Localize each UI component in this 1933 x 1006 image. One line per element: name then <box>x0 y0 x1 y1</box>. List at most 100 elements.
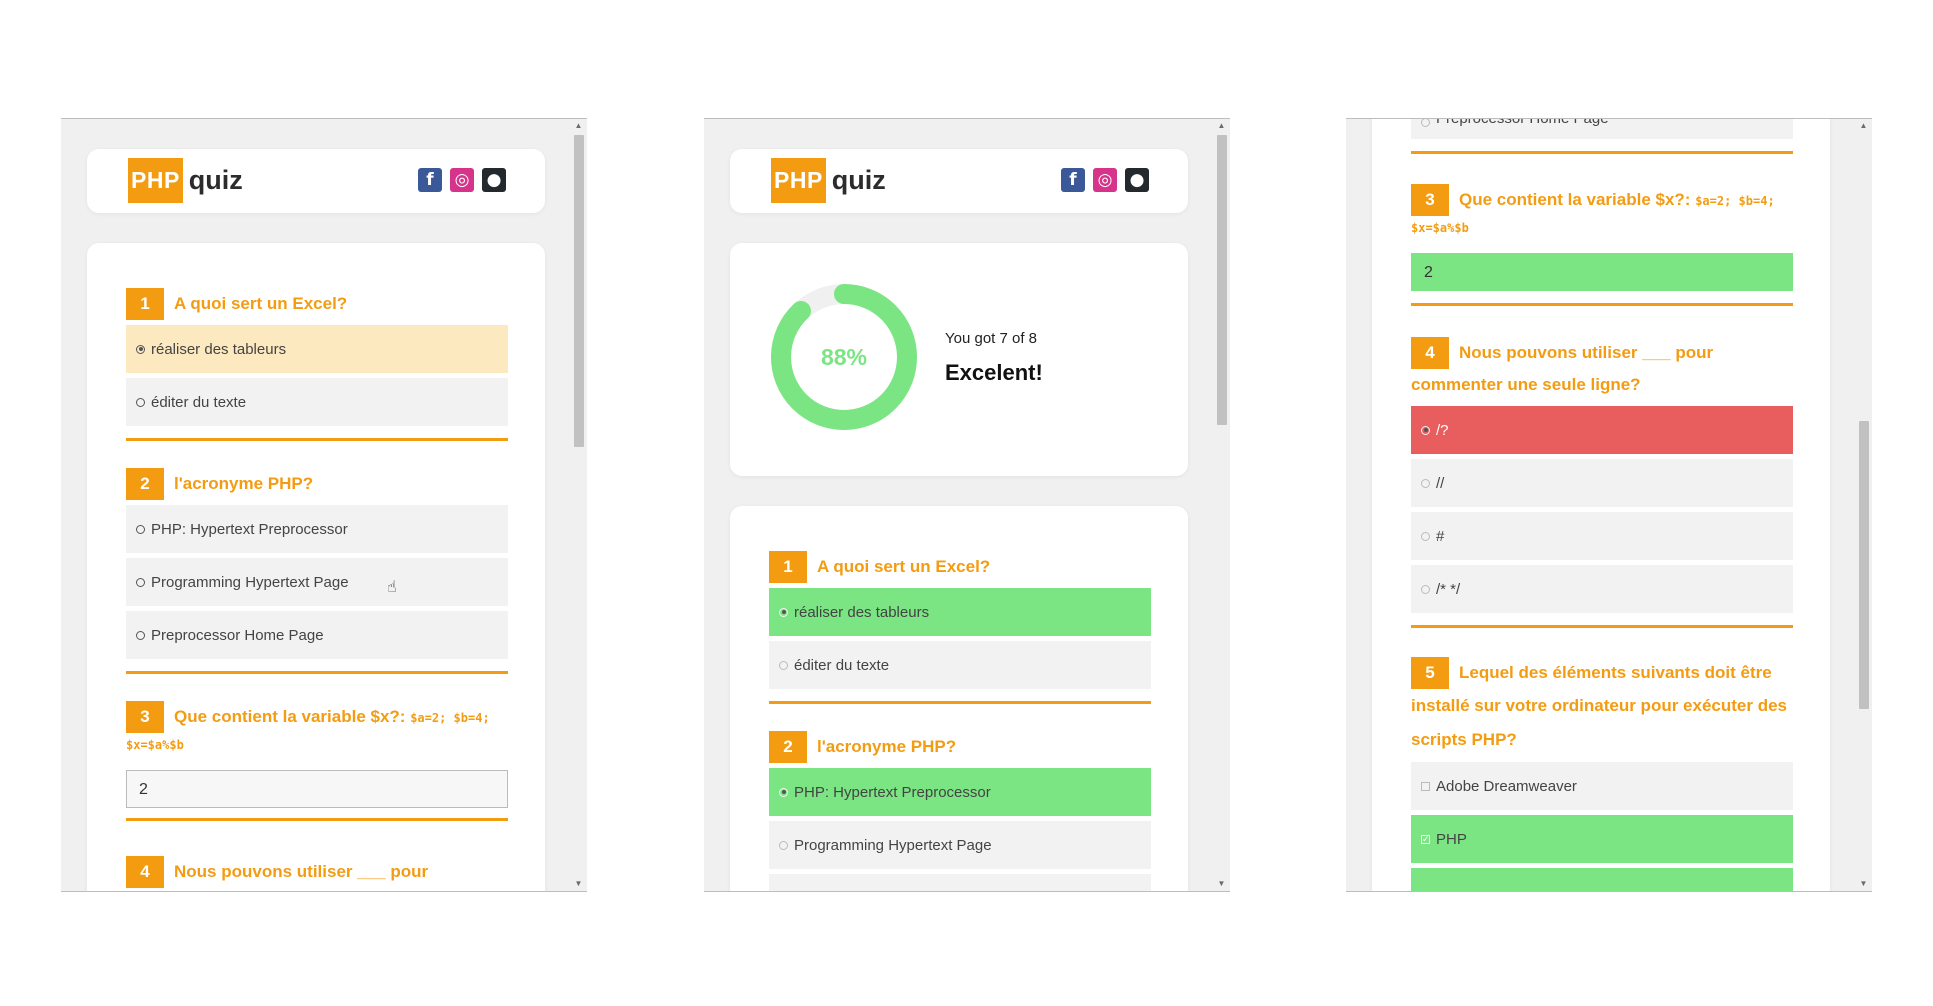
question-5: 5 Lequel des éléments suivants doit être… <box>1411 657 1793 891</box>
option-label: Programming Hypertext Page <box>151 573 349 591</box>
radio-icon <box>1421 531 1430 541</box>
radio-icon[interactable] <box>136 344 145 354</box>
header-card: PHP quiz f ◎ ● <box>87 149 545 213</box>
question-text: Lequel des éléments suivants doit être <box>1459 663 1772 682</box>
option-label: Preprocessor Home Page <box>1436 119 1609 127</box>
radio-icon <box>1421 478 1430 488</box>
option-programming-hypertext: Programming Hypertext Page <box>769 821 1151 869</box>
question-1: 1 A quoi sert un Excel? réaliser des tab… <box>126 288 508 441</box>
option-label: PHP <box>1436 830 1467 848</box>
scroll-down-icon[interactable]: ▼ <box>570 877 587 891</box>
question-divider <box>126 438 508 441</box>
question-text: A quoi sert un Excel? <box>817 557 991 576</box>
question-divider <box>1411 303 1793 306</box>
quiz-card: Preprocessor Home Page 3 Que contient la… <box>1372 119 1830 891</box>
quiz-card: 1 A quoi sert un Excel? réaliser des tab… <box>87 243 545 891</box>
option-label: // <box>1436 474 1445 492</box>
question-1: 1 A quoi sert un Excel? réaliser des tab… <box>769 551 1151 704</box>
scrollbar[interactable]: ▲ ▼ <box>570 119 587 891</box>
scrollbar[interactable]: ▲ ▼ <box>1855 119 1872 891</box>
answer-input: 2 <box>1411 253 1793 291</box>
scroll-thumb[interactable] <box>1217 135 1227 425</box>
radio-icon <box>1421 425 1430 435</box>
radio-icon[interactable] <box>136 630 145 640</box>
github-icon[interactable]: ● <box>1125 168 1149 192</box>
question-number: 2 <box>769 731 807 763</box>
option-preprocessor-home: Preprocessor Home Page <box>769 874 1151 891</box>
question-3: 3 Que contient la variable $x?: $a=2; $b… <box>1411 184 1793 306</box>
github-icon[interactable]: ● <box>482 168 506 192</box>
question-number: 4 <box>126 856 164 888</box>
question-divider <box>1411 625 1793 628</box>
option-php-hypertext: PHP: Hypertext Preprocessor <box>769 768 1151 816</box>
scroll-down-icon[interactable]: ▼ <box>1213 877 1230 891</box>
question-number: 3 <box>126 701 164 733</box>
option-label: réaliser des tableurs <box>794 603 930 621</box>
option-hash: # <box>1411 512 1793 560</box>
score-line: You got 7 of 8 <box>945 330 1038 347</box>
question-divider <box>769 701 1151 704</box>
option-preprocessor-home[interactable]: Preprocessor Home Page <box>126 611 508 659</box>
quiz-content: PHP quiz f ◎ ● 88% You got 7 of 8 Excele… <box>704 119 1213 891</box>
scroll-thumb[interactable] <box>1859 421 1869 709</box>
question-text-3: scripts PHP? <box>1411 730 1517 749</box>
scroll-up-icon[interactable]: ▲ <box>1213 119 1230 133</box>
score-percent: 88% <box>820 344 868 370</box>
quiz-window-2: PHP quiz f ◎ ● 88% You got 7 of 8 Excele… <box>704 118 1230 892</box>
logo: PHP quiz <box>128 158 243 203</box>
question-divider <box>1411 151 1793 154</box>
radio-icon[interactable] <box>136 397 145 407</box>
option-programming-hypertext[interactable]: Programming Hypertext Page <box>126 558 508 606</box>
option-php-hypertext[interactable]: PHP: Hypertext Preprocessor <box>126 505 508 553</box>
option-double-slash: // <box>1411 459 1793 507</box>
scroll-thumb[interactable] <box>574 135 584 447</box>
question-4: 4 Nous pouvons utiliser ___ pour comment… <box>1411 337 1793 628</box>
option-next <box>1411 868 1793 891</box>
question-code-2: $x=$a%$b <box>1411 221 1469 235</box>
radio-icon[interactable] <box>136 577 145 587</box>
question-divider <box>126 671 508 674</box>
option-editer-texte[interactable]: éditer du texte <box>126 378 508 426</box>
question-2: 2 l'acronyme PHP? PHP: Hypertext Preproc… <box>769 731 1151 891</box>
answer-input[interactable]: 2 <box>126 770 508 808</box>
scroll-down-icon[interactable]: ▼ <box>1855 877 1872 891</box>
option-label: éditer du texte <box>794 656 890 674</box>
radio-icon <box>779 840 788 850</box>
instagram-icon[interactable]: ◎ <box>450 168 474 192</box>
logo-php-box: PHP <box>771 158 826 203</box>
question-number: 3 <box>1411 184 1449 216</box>
question-text: l'acronyme PHP? <box>174 474 314 493</box>
quiz-content: Preprocessor Home Page 3 Que contient la… <box>1346 119 1855 891</box>
question-2: 2 l'acronyme PHP? PHP: Hypertext Preproc… <box>126 468 508 674</box>
radio-icon <box>1421 584 1430 594</box>
radio-icon <box>779 607 788 617</box>
question-3: 3 Que contient la variable $x?: $a=2; $b… <box>126 701 508 821</box>
option-label: Preprocessor Home Page <box>794 890 967 892</box>
question-code-2: $x=$a%$b <box>126 738 184 752</box>
option-label: # <box>1436 527 1445 545</box>
question-text: Nous pouvons utiliser ___ pour <box>174 862 429 881</box>
scroll-up-icon[interactable]: ▲ <box>570 119 587 133</box>
option-label: Adobe Dreamweaver <box>1436 777 1577 795</box>
question-number: 1 <box>126 288 164 320</box>
radio-icon[interactable] <box>136 524 145 534</box>
question-4: 4 Nous pouvons utiliser ___ pour <box>126 856 508 888</box>
scroll-up-icon[interactable]: ▲ <box>1855 119 1872 133</box>
facebook-icon[interactable]: f <box>418 168 442 192</box>
facebook-icon[interactable]: f <box>1061 168 1085 192</box>
social-links: f ◎ ● <box>1061 168 1149 192</box>
question-text-2: commenter une seule ligne? <box>1411 375 1641 394</box>
option-label: éditer du texte <box>151 393 247 411</box>
quiz-content: PHP quiz f ◎ ● 1 A quoi sert un Excel? r… <box>61 119 570 891</box>
instagram-icon[interactable]: ◎ <box>1093 168 1117 192</box>
scrollbar[interactable]: ▲ ▼ <box>1213 119 1230 891</box>
score-message: Excelent! <box>945 360 1043 385</box>
option-realiser-tableurs: réaliser des tableurs <box>769 588 1151 636</box>
option-editer-texte: éditer du texte <box>769 641 1151 689</box>
question-number: 2 <box>126 468 164 500</box>
option-label: /? <box>1436 421 1449 439</box>
option-php: ✓ PHP <box>1411 815 1793 863</box>
question-code: $a=2; $b=4; <box>410 711 490 725</box>
option-realiser-tableurs[interactable]: réaliser des tableurs <box>126 325 508 373</box>
option-slash-question: /? <box>1411 406 1793 454</box>
